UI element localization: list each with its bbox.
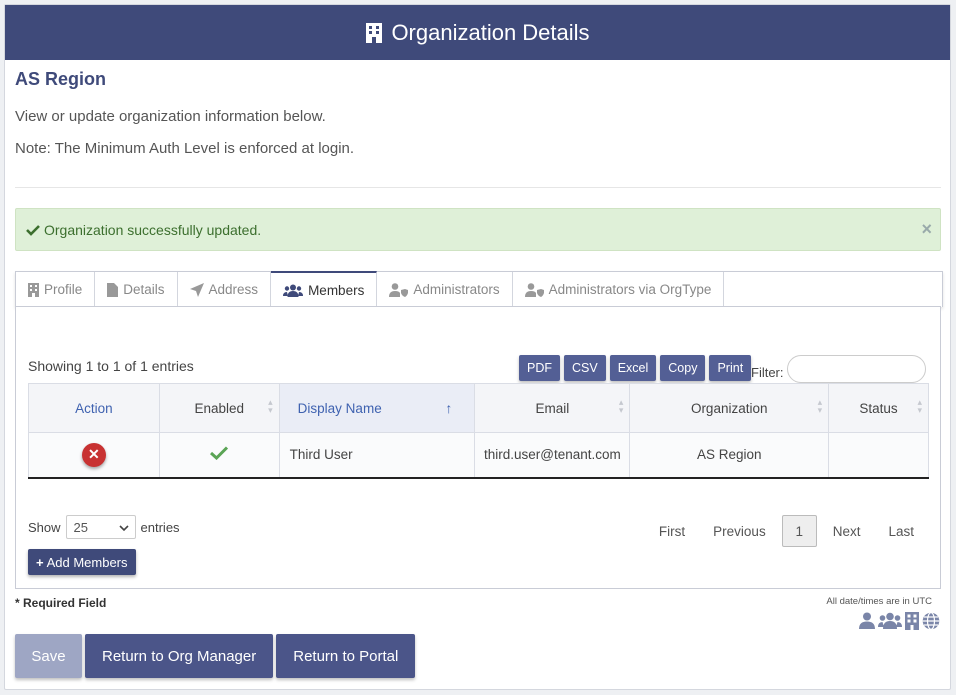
- tab-label: Administrators: [413, 282, 500, 297]
- display-name-cell: Third User: [278, 432, 476, 479]
- pdf-button[interactable]: PDF: [519, 355, 560, 381]
- organization-cell: AS Region: [629, 432, 830, 479]
- sort-ascending-icon: ↑: [445, 400, 453, 416]
- plus-icon: +: [36, 554, 44, 570]
- members-table: Action Enabled Display Name ↑ Email Orga…: [28, 383, 929, 479]
- copy-button[interactable]: Copy: [660, 355, 706, 381]
- user-shield-icon: [389, 282, 409, 297]
- filter-input[interactable]: [787, 355, 926, 383]
- document-icon: [107, 282, 119, 297]
- success-alert: Organization successfully updated. ×: [15, 208, 941, 251]
- page-header: Organization Details: [5, 5, 950, 60]
- column-header-email[interactable]: Email: [474, 383, 631, 433]
- first-page-link[interactable]: First: [645, 515, 699, 547]
- column-header-organization[interactable]: Organization: [629, 383, 830, 433]
- filter-label: Filter:: [751, 365, 784, 380]
- org-details-panel: Organization Details AS Region View or u…: [4, 4, 951, 690]
- status-cell: [828, 432, 929, 479]
- globe-icon: [922, 612, 940, 633]
- previous-page-link[interactable]: Previous: [699, 515, 780, 547]
- entries-label: entries: [140, 519, 180, 535]
- legend-icons: [859, 612, 940, 633]
- add-members-label: Add Members: [46, 554, 128, 570]
- column-header-display-name[interactable]: Display Name ↑: [278, 383, 476, 433]
- user-shield-icon: [524, 282, 544, 297]
- show-label: Show: [28, 519, 61, 535]
- utc-note: All date/times are in UTC: [826, 596, 932, 607]
- next-page-link[interactable]: Next: [819, 515, 875, 547]
- column-header-label: Display Name: [297, 400, 382, 416]
- print-button[interactable]: Print: [709, 355, 752, 381]
- tab-administrators[interactable]: Administrators: [377, 272, 513, 307]
- page-size-value: 25: [73, 519, 88, 535]
- building-icon: [365, 22, 383, 44]
- add-members-button[interactable]: + Add Members: [28, 549, 136, 575]
- tab-label: Administrators via OrgType: [548, 282, 712, 297]
- enabled-cell: [158, 432, 280, 479]
- tab-details[interactable]: Details: [95, 272, 178, 307]
- users-icon: [283, 284, 304, 297]
- users-icon: [878, 612, 902, 633]
- action-cell: ✕: [28, 432, 160, 479]
- last-page-link[interactable]: Last: [874, 515, 928, 547]
- tab-label: Profile: [44, 282, 83, 297]
- note-text: Note: The Minimum Auth Level is enforced…: [15, 140, 355, 157]
- tab-label: Members: [308, 283, 365, 298]
- location-arrow-icon: [189, 282, 204, 297]
- return-to-portal-button[interactable]: Return to Portal: [276, 634, 416, 678]
- intro-text: View or update organization information …: [15, 108, 326, 125]
- table-row: ✕ Third User third.user@tenant.com AS Re…: [28, 432, 929, 479]
- column-header-status[interactable]: Status: [828, 383, 929, 433]
- column-header-action: Action: [28, 383, 160, 433]
- return-to-org-manager-button[interactable]: Return to Org Manager: [85, 634, 274, 678]
- tab-label: Details: [123, 282, 165, 297]
- email-cell: third.user@tenant.com: [474, 432, 631, 479]
- required-field-note: * Required Field: [15, 596, 107, 610]
- page-size-control: Show 25 entries: [28, 515, 180, 539]
- csv-button[interactable]: CSV: [564, 355, 606, 381]
- column-header-enabled[interactable]: Enabled: [158, 383, 280, 433]
- page-size-select[interactable]: 25: [65, 515, 136, 539]
- export-buttons: PDF CSV Excel Copy Print: [519, 355, 752, 381]
- tab-address[interactable]: Address: [178, 272, 272, 307]
- alert-message: Organization successfully updated.: [44, 221, 262, 238]
- tab-members[interactable]: Members: [271, 271, 378, 308]
- user-icon: [859, 612, 875, 633]
- current-page-button[interactable]: 1: [781, 515, 817, 547]
- building-icon: [905, 612, 919, 633]
- close-icon[interactable]: ×: [921, 219, 932, 240]
- chevron-down-icon: [118, 520, 129, 535]
- pagination: First Previous 1 Next Last: [645, 515, 928, 547]
- building-icon: [28, 282, 39, 297]
- divider: [15, 187, 941, 188]
- check-icon: [210, 446, 229, 463]
- save-button[interactable]: Save: [15, 634, 82, 678]
- form-actions: Save Return to Org Manager Return to Por…: [15, 634, 416, 678]
- page-title: Organization Details: [391, 19, 590, 45]
- check-icon: [26, 224, 40, 236]
- tab-administrators-via-orgtype[interactable]: Administrators via OrgType: [513, 272, 725, 307]
- org-name: AS Region: [15, 69, 107, 89]
- entries-info: Showing 1 to 1 of 1 entries: [28, 358, 194, 374]
- tab-label: Address: [208, 282, 259, 297]
- excel-button[interactable]: Excel: [609, 355, 657, 381]
- members-tab-panel: Showing 1 to 1 of 1 entries PDF CSV Exce…: [15, 306, 941, 589]
- remove-member-button[interactable]: ✕: [81, 442, 106, 467]
- tab-bar: Profile Details Address Members Administ…: [15, 271, 943, 308]
- tab-profile[interactable]: Profile: [16, 272, 96, 307]
